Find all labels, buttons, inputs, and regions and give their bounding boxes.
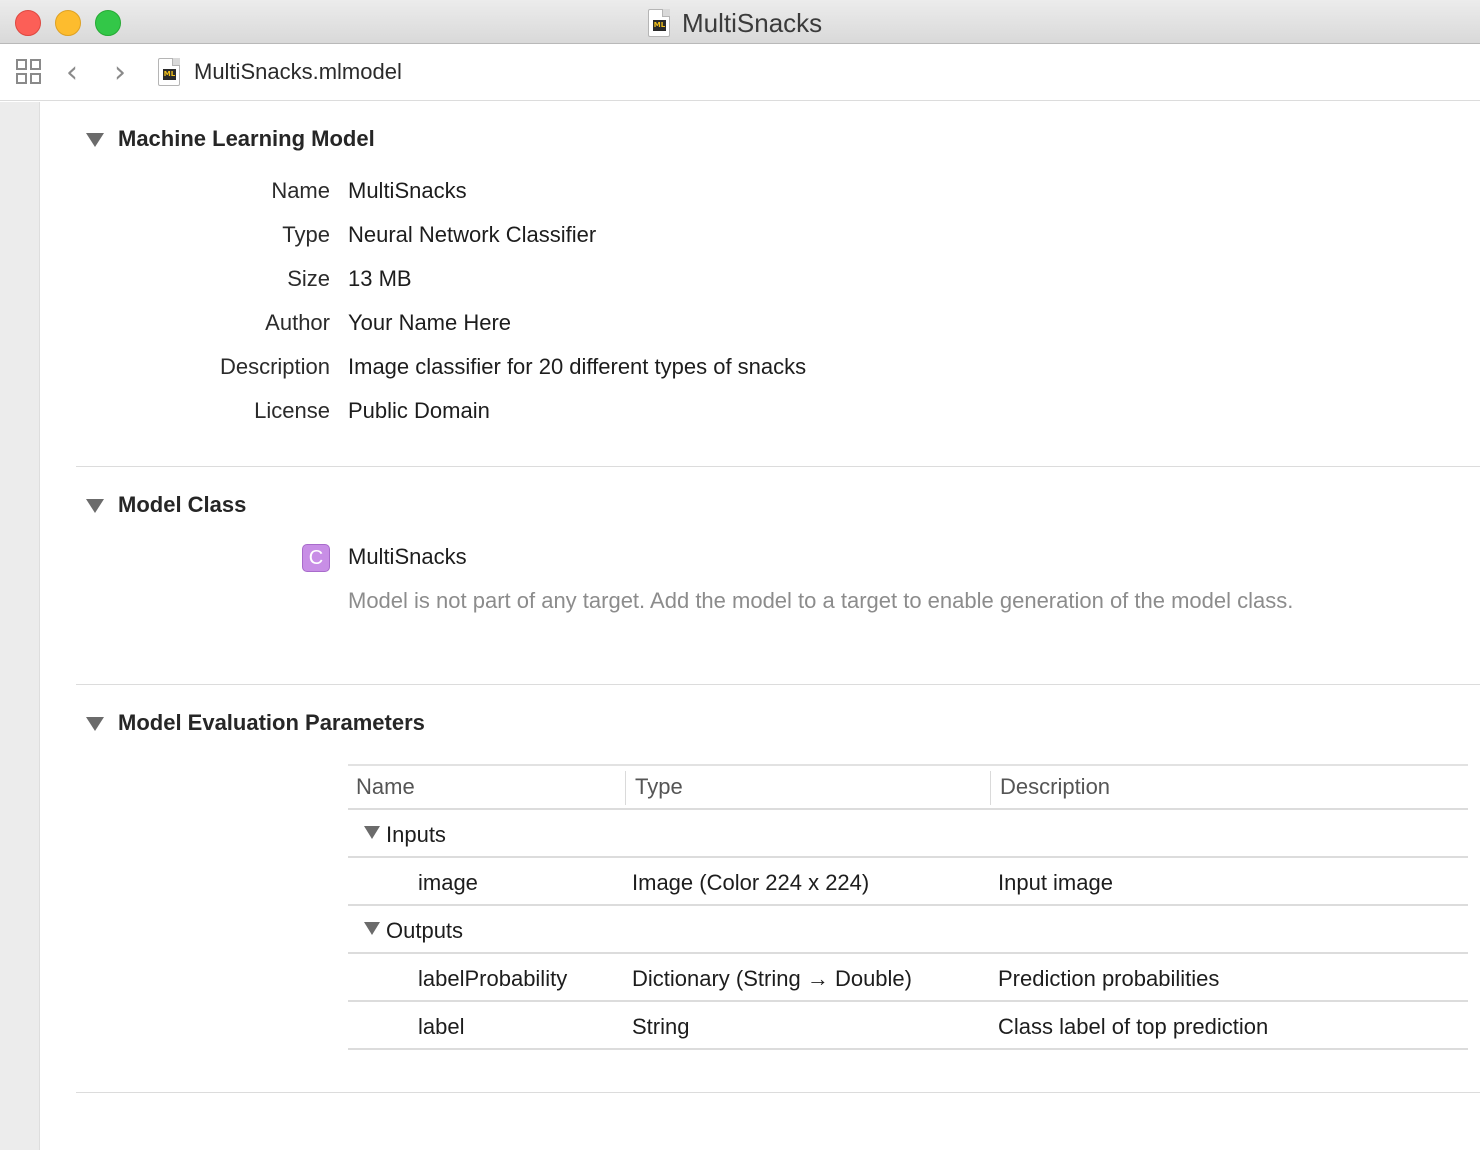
- breadcrumb-file-name[interactable]: MultiSnacks.mlmodel: [194, 59, 402, 85]
- editor-gutter: [0, 102, 40, 1150]
- section-divider: [76, 1092, 1480, 1093]
- table-header: Name Type Description: [348, 764, 1468, 810]
- jump-bar: ‹ › ML MultiSnacks.mlmodel: [0, 45, 1480, 101]
- metadata-key: Type: [282, 222, 330, 247]
- model-class-note: Model is not part of any target. Add the…: [348, 588, 1294, 613]
- column-header-name[interactable]: Name: [356, 774, 415, 800]
- breadcrumb[interactable]: ML MultiSnacks.mlmodel: [158, 58, 402, 86]
- ml-badge: ML: [653, 20, 666, 31]
- window-title: MultiSnacks: [682, 7, 823, 38]
- group-label: Outputs: [386, 918, 464, 943]
- metadata-row-license: License Public Domain: [0, 398, 1480, 428]
- param-description: Class label of top prediction: [998, 1014, 1269, 1039]
- column-header-type[interactable]: Type: [635, 774, 683, 800]
- metadata-row-size: Size 13 MB: [0, 266, 1480, 296]
- section-divider: [76, 466, 1480, 467]
- metadata-value: 13 MB: [348, 266, 412, 291]
- metadata-value: Public Domain: [348, 398, 490, 423]
- metadata-row-type: Type Neural Network Classifier: [0, 222, 1480, 252]
- disclosure-triangle-icon[interactable]: [86, 717, 104, 731]
- param-name: labelProbability: [418, 966, 568, 991]
- table-row[interactable]: label String Class label of top predicti…: [348, 1002, 1468, 1050]
- group-row-inputs[interactable]: Inputs: [348, 810, 1468, 858]
- column-separator[interactable]: [625, 771, 626, 805]
- mlmodel-file-icon: ML: [158, 58, 180, 86]
- disclosure-triangle-icon[interactable]: [364, 826, 380, 839]
- column-header-description[interactable]: Description: [1000, 774, 1110, 800]
- metadata-value: Your Name Here: [348, 310, 512, 335]
- metadata-key: License: [254, 398, 330, 423]
- section-title: Machine Learning Model: [118, 126, 375, 151]
- section-title: Model Class: [118, 492, 247, 517]
- param-type: String: [632, 1014, 690, 1039]
- parameters-table: Name Type Description Inputs image Image…: [348, 764, 1468, 1050]
- maximize-window-button[interactable]: [95, 10, 121, 36]
- metadata-value: Image classifier for 20 different types …: [348, 354, 807, 379]
- ml-badge: ML: [163, 69, 176, 80]
- metadata-row-name: Name MultiSnacks: [0, 178, 1480, 208]
- metadata-row-author: Author Your Name Here: [0, 310, 1480, 340]
- column-separator[interactable]: [990, 771, 991, 805]
- param-name: image: [418, 870, 478, 895]
- section-header-evaluation[interactable]: Model Evaluation Parameters: [86, 710, 425, 736]
- window-title-group: ML MultiSnacks: [648, 8, 822, 38]
- param-name: label: [418, 1014, 465, 1039]
- disclosure-triangle-icon[interactable]: [86, 499, 104, 513]
- group-label: Inputs: [386, 822, 446, 847]
- section-header-model-class[interactable]: Model Class: [86, 492, 246, 518]
- param-description: Input image: [998, 870, 1113, 895]
- param-type: Image (Color 224 x 224): [632, 870, 870, 895]
- disclosure-triangle-icon[interactable]: [364, 922, 380, 935]
- model-class-name: MultiSnacks: [348, 544, 467, 569]
- go-back-chevron-icon[interactable]: ‹: [66, 58, 84, 88]
- metadata-value: MultiSnacks: [348, 178, 467, 203]
- metadata-key: Name: [271, 178, 330, 203]
- close-window-button[interactable]: [15, 10, 41, 36]
- metadata-key: Size: [287, 266, 330, 291]
- table-row[interactable]: image Image (Color 224 x 224) Input imag…: [348, 858, 1468, 906]
- mlmodel-file-icon: ML: [648, 9, 670, 37]
- param-type: Dictionary (String → Double): [632, 966, 912, 991]
- related-items-icon[interactable]: [16, 59, 43, 86]
- disclosure-triangle-icon[interactable]: [86, 133, 104, 147]
- section-title: Model Evaluation Parameters: [118, 710, 425, 735]
- group-row-outputs[interactable]: Outputs: [348, 906, 1468, 954]
- minimize-window-button[interactable]: [55, 10, 81, 36]
- window-titlebar: ML MultiSnacks: [0, 0, 1480, 44]
- go-forward-chevron-icon[interactable]: ›: [114, 58, 132, 88]
- section-divider: [76, 684, 1480, 685]
- metadata-row-description: Description Image classifier for 20 diff…: [0, 354, 1480, 384]
- metadata-key: Description: [219, 354, 330, 379]
- class-c-icon: C: [302, 544, 330, 572]
- param-description: Prediction probabilities: [998, 966, 1220, 991]
- metadata-value: Neural Network Classifier: [348, 222, 597, 247]
- section-header-model[interactable]: Machine Learning Model: [86, 126, 375, 152]
- metadata-key: Author: [265, 310, 330, 335]
- table-row[interactable]: labelProbability Dictionary (String → Do…: [348, 954, 1468, 1002]
